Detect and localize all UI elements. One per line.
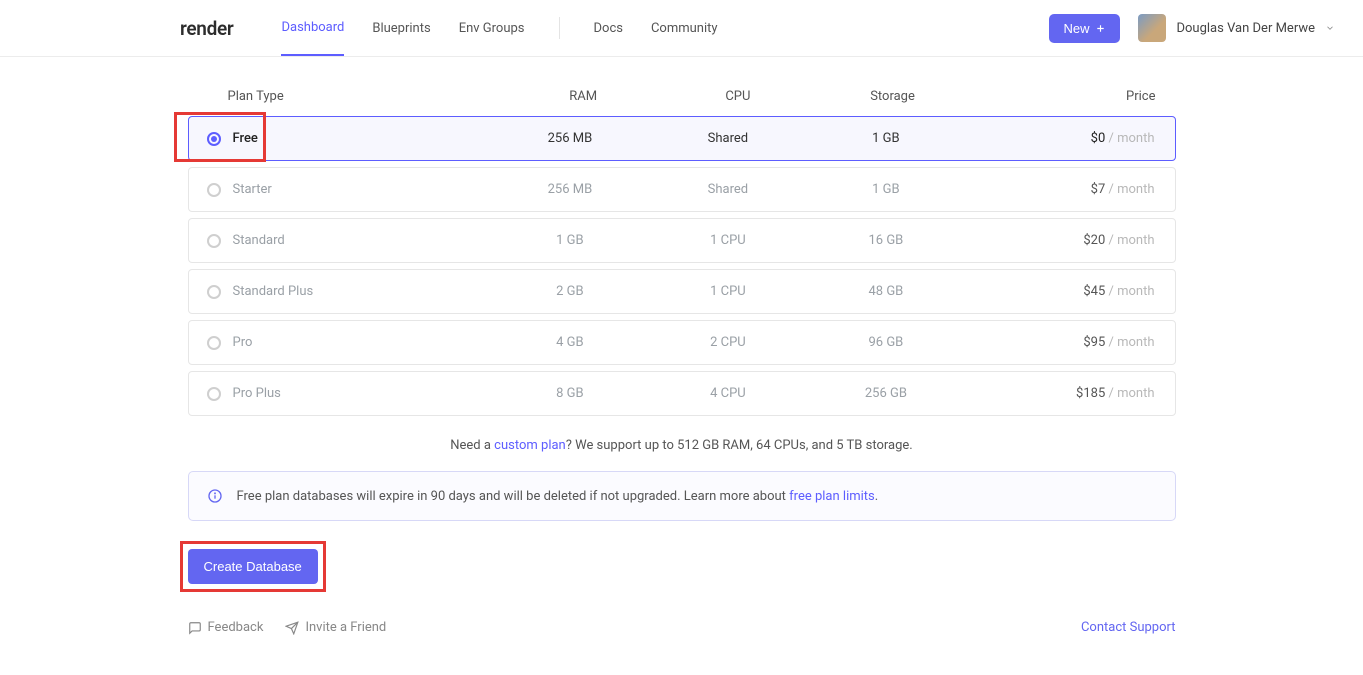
plan-storage: 96 GB [807, 335, 965, 350]
plan-price: $95 / month [965, 335, 1155, 350]
info-icon [207, 488, 223, 504]
col-storage: Storage [815, 89, 970, 104]
plan-name: Pro [233, 335, 253, 350]
avatar [1138, 14, 1166, 42]
nav-divider [559, 17, 560, 39]
radio-icon [207, 285, 221, 299]
page-content: Plan Type RAM CPU Storage Price Free 256… [188, 57, 1176, 675]
create-database-button[interactable]: Create Database [188, 549, 318, 584]
plan-table: Free 256 MB Shared 1 GB $0 / month Start… [188, 116, 1176, 416]
plan-name: Starter [233, 182, 272, 197]
plan-row-standard-plus[interactable]: Standard Plus 2 GB 1 CPU 48 GB $45 / mon… [188, 269, 1176, 314]
plan-name: Free [233, 131, 258, 146]
plan-storage: 1 GB [807, 131, 965, 146]
plan-price: $20 / month [965, 233, 1155, 248]
new-button-label: New [1063, 21, 1089, 36]
radio-icon [207, 132, 221, 146]
user-name: Douglas Van Der Merwe [1176, 21, 1315, 36]
col-plan-type: Plan Type [228, 89, 506, 104]
nav-dashboard[interactable]: Dashboard [281, 1, 344, 56]
plan-ram: 1 GB [491, 233, 649, 248]
free-plan-info: Free plan databases will expire in 90 da… [188, 471, 1176, 521]
plan-cpu: 2 CPU [649, 335, 807, 350]
custom-plan-link[interactable]: custom plan [494, 438, 566, 453]
plan-table-header: Plan Type RAM CPU Storage Price [188, 79, 1176, 116]
plan-storage: 16 GB [807, 233, 965, 248]
contact-support-link[interactable]: Contact Support [1081, 620, 1176, 635]
invite-link[interactable]: Invite a Friend [285, 620, 386, 635]
plan-name: Standard [233, 233, 285, 248]
plan-row-standard[interactable]: Standard 1 GB 1 CPU 16 GB $20 / month [188, 218, 1176, 263]
feedback-link[interactable]: Feedback [188, 620, 264, 635]
plan-storage: 256 GB [807, 386, 965, 401]
plan-cpu: 1 CPU [649, 233, 807, 248]
plan-name: Pro Plus [233, 386, 281, 401]
footer: Feedback Invite a Friend Contact Support [188, 620, 1176, 635]
plan-price: $0 / month [965, 131, 1155, 146]
user-menu[interactable]: Douglas Van Der Merwe [1138, 14, 1335, 42]
radio-icon [207, 387, 221, 401]
col-price: Price [970, 89, 1156, 104]
plan-cpu: 1 CPU [649, 284, 807, 299]
plan-ram: 4 GB [491, 335, 649, 350]
plus-icon [1095, 23, 1106, 34]
radio-icon [207, 183, 221, 197]
plan-row-starter[interactable]: Starter 256 MB Shared 1 GB $7 / month [188, 167, 1176, 212]
plan-ram: 256 MB [491, 131, 649, 146]
plan-price: $185 / month [965, 386, 1155, 401]
plan-cpu: 4 CPU [649, 386, 807, 401]
radio-icon [207, 234, 221, 248]
plan-row-pro[interactable]: Pro 4 GB 2 CPU 96 GB $95 / month [188, 320, 1176, 365]
nav-blueprints[interactable]: Blueprints [372, 2, 430, 55]
new-button[interactable]: New [1049, 14, 1120, 43]
plan-cpu: Shared [649, 182, 807, 197]
plan-ram: 2 GB [491, 284, 649, 299]
topbar: render Dashboard Blueprints Env Groups D… [0, 0, 1363, 57]
plan-ram: 256 MB [491, 182, 649, 197]
plan-cpu: Shared [649, 131, 807, 146]
plan-row-free[interactable]: Free 256 MB Shared 1 GB $0 / month [188, 116, 1176, 161]
plan-price: $45 / month [965, 284, 1155, 299]
col-cpu: CPU [661, 89, 816, 104]
plan-storage: 1 GB [807, 182, 965, 197]
plan-storage: 48 GB [807, 284, 965, 299]
chevron-down-icon [1325, 23, 1335, 33]
primary-nav: Dashboard Blueprints Env Groups Docs Com… [281, 1, 717, 56]
custom-plan-text: Need a custom plan? We support up to 512… [188, 438, 1176, 453]
col-ram: RAM [506, 89, 661, 104]
logo: render [180, 17, 233, 40]
plan-ram: 8 GB [491, 386, 649, 401]
nav-community[interactable]: Community [651, 2, 718, 55]
radio-icon [207, 336, 221, 350]
topbar-right: New Douglas Van Der Merwe [1049, 14, 1335, 43]
plan-row-pro-plus[interactable]: Pro Plus 8 GB 4 CPU 256 GB $185 / month [188, 371, 1176, 416]
nav-env-groups[interactable]: Env Groups [459, 2, 525, 55]
plan-name: Standard Plus [233, 284, 314, 299]
nav-docs[interactable]: Docs [594, 2, 623, 55]
plan-price: $7 / month [965, 182, 1155, 197]
free-plan-limits-link[interactable]: free plan limits [789, 489, 875, 504]
